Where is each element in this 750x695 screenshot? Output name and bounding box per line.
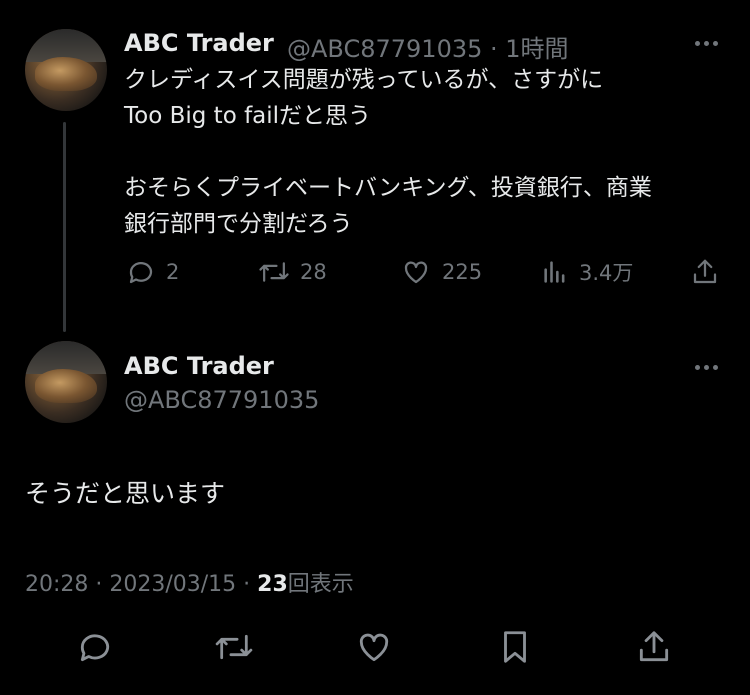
tweet-meta: 20:28 · 2023/03/15 · 23回表示 (25, 566, 354, 598)
thread-line (63, 122, 66, 332)
reply-button[interactable] (76, 628, 114, 670)
view-count: 3.4万 (579, 261, 634, 285)
views-button[interactable]: 3.4万 (541, 257, 633, 287)
share-icon (639, 631, 669, 662)
retweet-icon (259, 262, 289, 282)
reply-count: 2 (166, 260, 180, 284)
avatar[interactable] (25, 29, 107, 111)
handle-time[interactable]: @ABC87791035 · 1時間 (287, 29, 569, 64)
timestamp[interactable]: 20:28 · 2023/03/15 · (25, 572, 257, 597)
analytics-icon (544, 261, 565, 283)
more-icon[interactable] (695, 357, 718, 377)
like-button[interactable] (354, 628, 394, 670)
retweet-button[interactable] (214, 628, 254, 670)
retweet-icon (215, 634, 253, 660)
heart-icon (359, 633, 389, 662)
more-icon[interactable] (695, 33, 718, 53)
display-name[interactable]: ABC Trader (124, 29, 274, 57)
view-count: 23 (257, 572, 288, 597)
reply-button[interactable]: 2 (126, 257, 179, 287)
like-count: 225 (442, 260, 483, 284)
retweet-button[interactable]: 28 (258, 257, 327, 287)
handle[interactable]: @ABC87791035 (124, 386, 319, 414)
share-icon (693, 259, 717, 284)
view-label: 回表示 (287, 572, 354, 597)
like-button[interactable]: 225 (400, 257, 482, 287)
display-name[interactable]: ABC Trader (124, 352, 274, 380)
retweet-count: 28 (300, 260, 327, 284)
reply-icon (80, 634, 110, 662)
heart-icon (404, 261, 428, 284)
avatar[interactable] (25, 341, 107, 423)
tweet-text: そうだと思います (25, 479, 226, 508)
share-button[interactable] (635, 628, 673, 670)
bookmark-icon (504, 631, 526, 663)
bookmark-button[interactable] (496, 628, 534, 670)
share-button[interactable] (690, 257, 720, 287)
reply-icon (129, 262, 153, 284)
tweet-text: クレディスイス問題が残っているが、さすがに Too Big to failだと思… (124, 67, 652, 237)
